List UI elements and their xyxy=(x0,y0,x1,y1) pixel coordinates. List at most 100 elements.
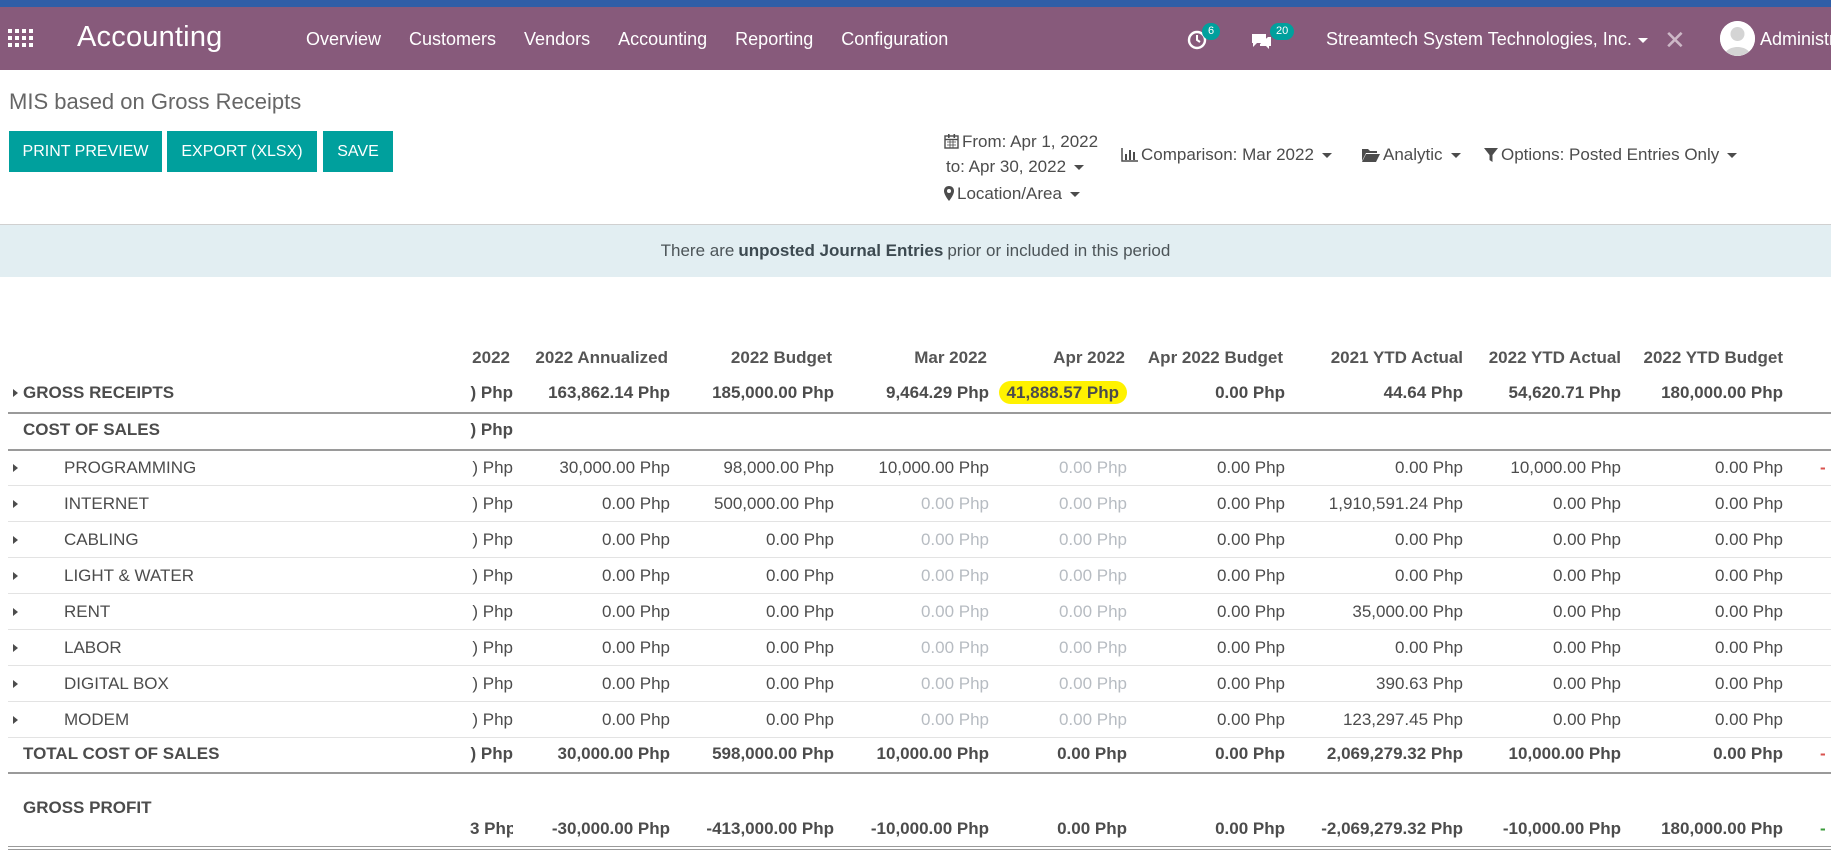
menu-overview[interactable]: Overview xyxy=(306,29,381,50)
cell-apr[interactable]: 0.00 Php xyxy=(987,522,1127,558)
cell-annualized[interactable]: 30,000.00 Php xyxy=(510,450,670,486)
cell-annualized[interactable]: 0.00 Php xyxy=(510,486,670,522)
date-to-filter[interactable]: to: Apr 30, 2022 xyxy=(946,157,1085,177)
cell-mar[interactable]: 10,000.00 Php xyxy=(832,450,989,486)
cell-apr[interactable]: 0.00 Php xyxy=(987,702,1127,738)
table-row[interactable]: CABLING) Php 0.00 Php 0.00 Php 0.00 Php 0.00… xyxy=(0,522,1831,558)
cell-mar[interactable]: 0.00 Php xyxy=(832,558,989,594)
cell-2022-ytd-budget[interactable]: 0.00 Php xyxy=(1621,486,1783,522)
cell-2022-ytd[interactable]: 0.00 Php xyxy=(1463,630,1621,666)
cell-apr-budget[interactable]: 0.00 Php xyxy=(1125,666,1285,702)
cell-mar[interactable]: 0.00 Php xyxy=(832,594,989,630)
cell-annualized[interactable]: 163,862.14 Php xyxy=(510,375,670,411)
cell-budget[interactable]: 0.00 Php xyxy=(668,558,834,594)
cell-annualized[interactable]: 0.00 Php xyxy=(510,522,670,558)
cell-mar[interactable]: 0.00 Php xyxy=(832,630,989,666)
cell-apr-budget[interactable]: 0.00 Php xyxy=(1125,702,1285,738)
cell-apr[interactable]: 0.00 Php xyxy=(987,666,1127,702)
cell-apr[interactable]: 0.00 Php xyxy=(987,630,1127,666)
cell-apr[interactable]: 0.00 Php xyxy=(987,558,1127,594)
close-icon[interactable]: ✕ xyxy=(1664,25,1686,56)
cell-budget[interactable]: 185,000.00 Php xyxy=(668,375,834,411)
cell-apr[interactable]: 41,888.57 Php xyxy=(987,375,1127,411)
cell-apr-budget[interactable]: 0.00 Php xyxy=(1125,522,1285,558)
cell-annualized[interactable]: 0.00 Php xyxy=(510,702,670,738)
cell-2022-ytd[interactable]: 0.00 Php xyxy=(1463,702,1621,738)
menu-customers[interactable]: Customers xyxy=(409,29,496,50)
cell-2022-ytd[interactable]: 0.00 Php xyxy=(1463,558,1621,594)
cell-2022-ytd-budget[interactable]: 0.00 Php xyxy=(1621,450,1783,486)
cell-2022-ytd[interactable]: 0.00 Php xyxy=(1463,594,1621,630)
cell-budget[interactable]: 0.00 Php xyxy=(668,594,834,630)
table-row[interactable]: INTERNET) Php 0.00 Php 500,000.00 Php 0.00 … xyxy=(0,486,1831,522)
save-button[interactable]: SAVE xyxy=(323,131,393,172)
cell-2021-ytd[interactable]: 35,000.00 Php xyxy=(1283,594,1463,630)
cell-apr[interactable]: 0.00 Php xyxy=(987,594,1127,630)
cell-annualized[interactable]: 0.00 Php xyxy=(510,594,670,630)
cell-2021-ytd[interactable]: 0.00 Php xyxy=(1283,558,1463,594)
cell-2022-ytd-budget[interactable]: 0.00 Php xyxy=(1621,558,1783,594)
cell-annualized[interactable]: 0.00 Php xyxy=(510,666,670,702)
cell-2022-ytd-budget[interactable]: 0.00 Php xyxy=(1621,594,1783,630)
menu-configuration[interactable]: Configuration xyxy=(841,29,948,50)
table-row-gross-receipts[interactable]: GROSS RECEIPTS ) Php 163,862.14 Php 185,… xyxy=(0,375,1831,411)
table-row[interactable]: DIGITAL BOX) Php 0.00 Php 0.00 Php 0.00 Php… xyxy=(0,666,1831,702)
menu-reporting[interactable]: Reporting xyxy=(735,29,813,50)
location-filter[interactable]: Location/Area xyxy=(944,184,1080,206)
cell-2021-ytd[interactable]: 44.64 Php xyxy=(1283,375,1463,411)
expand-caret-icon[interactable] xyxy=(13,608,18,616)
expand-caret-icon[interactable] xyxy=(13,536,18,544)
cell-apr[interactable]: 0.00 Php xyxy=(987,450,1127,486)
cell-2022-ytd-budget[interactable]: 0.00 Php xyxy=(1621,630,1783,666)
cell-apr[interactable]: 0.00 Php xyxy=(987,486,1127,522)
cell-2021-ytd[interactable]: 0.00 Php xyxy=(1283,522,1463,558)
cell-mar[interactable]: 0.00 Php xyxy=(832,522,989,558)
apps-grid-icon[interactable] xyxy=(8,29,33,49)
cell-mar[interactable]: 0.00 Php xyxy=(832,486,989,522)
cell-annualized[interactable]: 0.00 Php xyxy=(510,558,670,594)
cell-2021-ytd[interactable]: 1,910,591.24 Php xyxy=(1283,486,1463,522)
table-row[interactable]: PROGRAMMING) Php 30,000.00 Php 98,000.00 P… xyxy=(0,450,1831,486)
analytic-filter[interactable]: Analytic xyxy=(1362,145,1461,167)
cell-2022-ytd-budget[interactable]: 0.00 Php xyxy=(1621,522,1783,558)
expand-caret-icon[interactable] xyxy=(13,464,18,472)
cell-apr-budget[interactable]: 0.00 Php xyxy=(1125,486,1285,522)
cell-2022-ytd[interactable]: 10,000.00 Php xyxy=(1463,450,1621,486)
table-row[interactable]: MODEM) Php 0.00 Php 0.00 Php 0.00 Php 0.00 P… xyxy=(0,702,1831,738)
cell-apr-budget[interactable]: 0.00 Php xyxy=(1125,375,1285,411)
table-row[interactable]: LIGHT & WATER) Php 0.00 Php 0.00 Php 0.00 P… xyxy=(0,558,1831,594)
cell-2022-ytd-budget[interactable]: 180,000.00 Php xyxy=(1621,375,1783,411)
options-filter[interactable]: Options: Posted Entries Only xyxy=(1484,145,1738,167)
expand-caret-icon[interactable] xyxy=(13,716,18,724)
cell-2021-ytd[interactable]: 0.00 Php xyxy=(1283,630,1463,666)
cell-2021-ytd[interactable]: 390.63 Php xyxy=(1283,666,1463,702)
cell-annualized[interactable]: 0.00 Php xyxy=(510,630,670,666)
cell-2022-ytd[interactable]: 54,620.71 Php xyxy=(1463,375,1621,411)
cell-budget[interactable]: 0.00 Php xyxy=(668,522,834,558)
cell-apr-budget[interactable]: 0.00 Php xyxy=(1125,450,1285,486)
print-preview-button[interactable]: PRINT PREVIEW xyxy=(9,131,162,172)
cell-budget[interactable]: 0.00 Php xyxy=(668,630,834,666)
cell-mar[interactable]: 0.00 Php xyxy=(832,666,989,702)
cell-2022-ytd[interactable]: 0.00 Php xyxy=(1463,666,1621,702)
cell-2022-ytd-budget[interactable]: 0.00 Php xyxy=(1621,666,1783,702)
cell-budget[interactable]: 500,000.00 Php xyxy=(668,486,834,522)
expand-caret-icon[interactable] xyxy=(13,389,18,397)
menu-accounting[interactable]: Accounting xyxy=(618,29,707,50)
cell-mar[interactable]: 9,464.29 Php xyxy=(832,375,989,411)
cell-budget[interactable]: 0.00 Php xyxy=(668,666,834,702)
comparison-filter[interactable]: Comparison: Mar 2022 xyxy=(1121,145,1332,167)
expand-caret-icon[interactable] xyxy=(13,500,18,508)
expand-caret-icon[interactable] xyxy=(13,680,18,688)
table-row[interactable]: LABOR) Php 0.00 Php 0.00 Php 0.00 Php 0.00 P… xyxy=(0,630,1831,666)
user-name[interactable]: Administrator xyxy=(1760,29,1831,50)
cell-mar[interactable]: 0.00 Php xyxy=(832,702,989,738)
cell-2022-ytd[interactable]: 0.00 Php xyxy=(1463,486,1621,522)
cell-2021-ytd[interactable]: 123,297.45 Php xyxy=(1283,702,1463,738)
cell-budget[interactable]: 98,000.00 Php xyxy=(668,450,834,486)
cell-2022-ytd-budget[interactable]: 0.00 Php xyxy=(1621,702,1783,738)
expand-caret-icon[interactable] xyxy=(13,572,18,580)
date-from-filter[interactable]: From: Apr 1, 2022 xyxy=(944,132,1098,154)
company-switcher[interactable]: Streamtech System Technologies, Inc. xyxy=(1326,29,1648,50)
cell-2021-ytd[interactable]: 0.00 Php xyxy=(1283,450,1463,486)
